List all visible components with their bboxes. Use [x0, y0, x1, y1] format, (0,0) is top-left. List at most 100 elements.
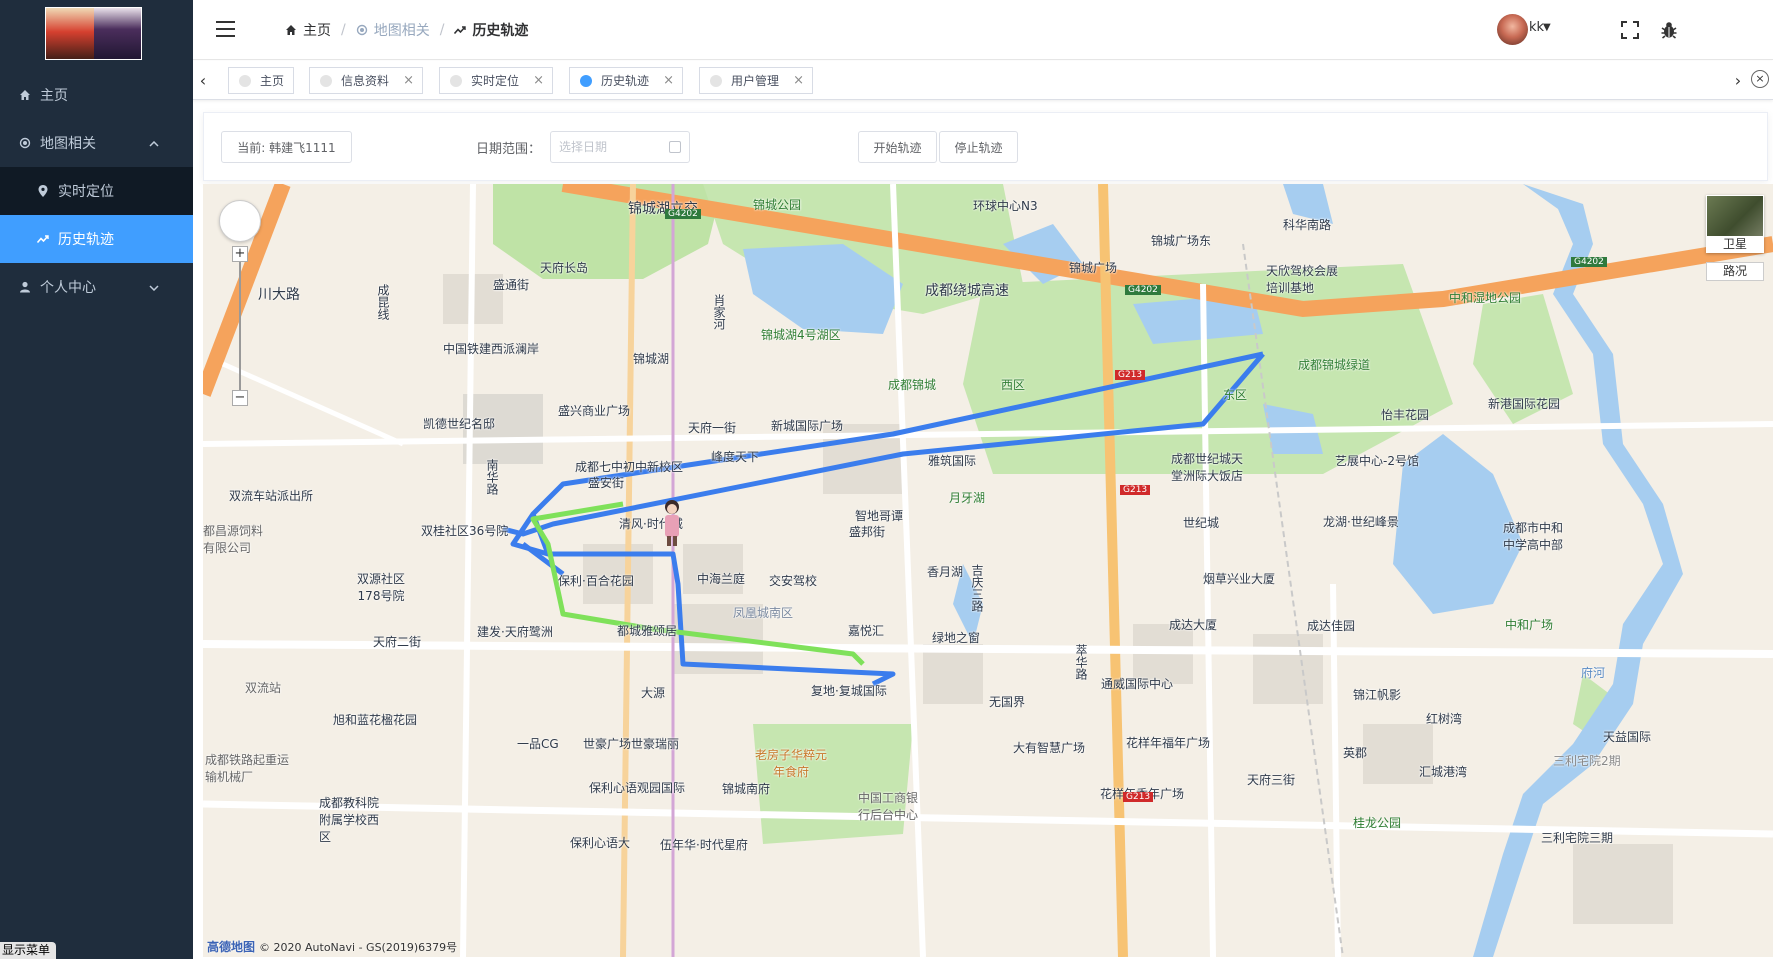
map-label[interactable]: 中国工商银行后台中心: [858, 789, 918, 823]
map-label[interactable]: 保利心语大: [570, 834, 630, 851]
date-range-input[interactable]: 选择日期: [550, 131, 690, 163]
close-icon[interactable]: ×: [663, 73, 674, 88]
map-label[interactable]: 中国铁建西派澜岸: [443, 340, 539, 357]
map-label[interactable]: 锦城湖: [633, 350, 669, 367]
map-label[interactable]: 肖家河: [711, 294, 728, 330]
zoom-in-button[interactable]: +: [232, 246, 248, 262]
map-label[interactable]: 复地·复城国际: [811, 682, 887, 699]
map-label[interactable]: 双流站: [245, 679, 281, 696]
map-label[interactable]: 世豪广场世豪瑞丽: [583, 735, 679, 752]
sidebar-item-realtime-location[interactable]: 实时定位: [0, 167, 193, 215]
close-icon[interactable]: ×: [533, 73, 544, 88]
map-label[interactable]: 三利宅院三期: [1541, 829, 1613, 846]
map-label[interactable]: 锦城南府: [722, 780, 770, 797]
bug-icon[interactable]: [1659, 20, 1679, 40]
map-label[interactable]: 锦城广场: [1069, 259, 1117, 276]
map-label[interactable]: 成达佳园: [1307, 617, 1355, 634]
close-icon[interactable]: ×: [403, 73, 414, 88]
caret-down-icon[interactable]: ▼: [1543, 22, 1551, 33]
tag-user-manage[interactable]: 用户管理 ×: [699, 67, 813, 94]
map-label[interactable]: 新城国际广场: [771, 417, 843, 434]
close-icon[interactable]: ×: [793, 73, 804, 88]
map-label[interactable]: 天府一街: [688, 419, 736, 436]
map-label[interactable]: 智地哥谭: [855, 507, 903, 524]
map-label[interactable]: 锦城公园: [753, 196, 801, 213]
close-all-icon[interactable]: ×: [1751, 70, 1769, 88]
traffic-layer-button[interactable]: 路况: [1706, 262, 1764, 281]
map-label[interactable]: 汇城港湾: [1419, 763, 1467, 780]
map-label[interactable]: 环球中心N3: [973, 197, 1038, 214]
breadcrumb-home[interactable]: 主页: [285, 20, 331, 40]
map-label[interactable]: 交安驾校: [769, 572, 817, 589]
map-label[interactable]: 成昆线: [375, 284, 392, 320]
map-label[interactable]: 科华南路: [1283, 216, 1331, 233]
map-label[interactable]: 凯德世纪名邸: [423, 415, 495, 432]
map-label[interactable]: 东区: [1223, 386, 1247, 403]
map-label[interactable]: 中和湿地公园: [1449, 289, 1521, 306]
map-label[interactable]: 建发·天府鹭洲: [477, 623, 553, 640]
map-label[interactable]: 凤凰城南区: [733, 604, 793, 621]
map-label[interactable]: 花样年福年广场: [1126, 734, 1210, 751]
tag-info[interactable]: 信息资料 ×: [309, 67, 423, 94]
map-label[interactable]: 成都锦城绿道: [1298, 356, 1370, 373]
map-label[interactable]: 锦城广场东: [1151, 232, 1211, 249]
map-label[interactable]: 天欣驾校会展培训基地: [1266, 262, 1346, 296]
map-label[interactable]: 一品CG: [517, 735, 559, 752]
current-user-button[interactable]: 当前: 韩建飞1111: [221, 131, 352, 163]
map-label[interactable]: 南华路: [484, 459, 501, 495]
map-label[interactable]: 中海兰庭: [697, 570, 745, 587]
fullscreen-icon[interactable]: [1620, 20, 1640, 40]
chevron-left-icon[interactable]: ‹: [193, 69, 213, 93]
map-zoom-control[interactable]: + −: [232, 246, 248, 406]
map-label[interactable]: 成都教科院附属学校西区: [319, 794, 389, 845]
map-label[interactable]: 川大路: [258, 284, 300, 304]
zoom-track[interactable]: [239, 262, 241, 390]
hamburger-icon[interactable]: [216, 21, 235, 37]
map-label[interactable]: 西区: [1001, 376, 1025, 393]
map-label[interactable]: 月牙湖: [949, 489, 985, 506]
map-label[interactable]: 成都铁路起重运输机械厂: [205, 751, 289, 785]
map-label[interactable]: 盛邦街: [849, 523, 885, 540]
map-label[interactable]: 英郡: [1343, 744, 1367, 761]
map-label[interactable]: 艺展中心-2号馆: [1335, 452, 1419, 469]
map-label[interactable]: 怡丰花园: [1381, 406, 1429, 423]
tag-history[interactable]: 历史轨迹 ×: [569, 67, 683, 94]
map-label[interactable]: 天府二街: [373, 633, 421, 650]
sidebar-item-map[interactable]: 地图相关: [0, 119, 193, 167]
map-label[interactable]: 中和广场: [1505, 616, 1553, 633]
start-track-button[interactable]: 开始轨迹: [858, 131, 937, 163]
track-marker-icon[interactable]: [660, 498, 684, 548]
map-label[interactable]: 伍年华·时代星府: [660, 836, 748, 853]
map-label[interactable]: 无国界: [989, 693, 1025, 710]
map-label[interactable]: 府河: [1581, 664, 1605, 681]
map-label[interactable]: 天府三街: [1247, 771, 1295, 788]
avatar[interactable]: [1497, 14, 1528, 45]
map-label[interactable]: 都城雅颂居: [617, 622, 677, 639]
map-label[interactable]: 香月湖: [927, 563, 963, 580]
map-label[interactable]: 萃华路: [1073, 644, 1090, 680]
show-menu-button[interactable]: 显示菜单: [0, 942, 56, 959]
map-label[interactable]: 成都绕城高速: [925, 280, 1009, 300]
map-label[interactable]: 锦江帆影: [1353, 686, 1401, 703]
map-label[interactable]: 旭和蓝花楹花园: [333, 711, 417, 728]
map-label[interactable]: 三利宅院2期: [1553, 752, 1621, 769]
map-label[interactable]: 双源社区178号院: [351, 570, 411, 604]
sidebar-item-personal-center[interactable]: 个人中心: [0, 263, 193, 311]
map-label[interactable]: 成达大厦: [1169, 616, 1217, 633]
satellite-layer-label[interactable]: 卫星: [1706, 236, 1764, 253]
map[interactable]: 锦城湖立交 锦城公园 环球中心N3 锦城广场东 科华南路 天府长岛 锦城广场 天…: [203, 184, 1773, 957]
map-label[interactable]: 盛通街: [493, 276, 529, 293]
map-label[interactable]: 成都锦城: [888, 376, 936, 393]
map-label[interactable]: 峰度天下: [711, 448, 759, 465]
map-label[interactable]: 盛兴商业广场: [558, 402, 630, 419]
map-label[interactable]: 新港国际花园: [1488, 395, 1560, 412]
map-label[interactable]: 老房子华粹元年食府: [755, 746, 827, 780]
sidebar-item-history-track[interactable]: 历史轨迹: [0, 215, 193, 263]
map-label[interactable]: 桂龙公园: [1353, 814, 1401, 831]
map-label[interactable]: 吉庆三路: [969, 564, 986, 612]
map-label[interactable]: 天益国际: [1603, 728, 1651, 745]
map-label[interactable]: 通威国际中心: [1101, 675, 1173, 692]
map-label[interactable]: 双桂社区36号院: [421, 522, 508, 539]
map-label[interactable]: 成都世纪城天堂洲际大饭店: [1171, 450, 1251, 484]
map-label[interactable]: 保利心语观园国际: [589, 779, 685, 796]
